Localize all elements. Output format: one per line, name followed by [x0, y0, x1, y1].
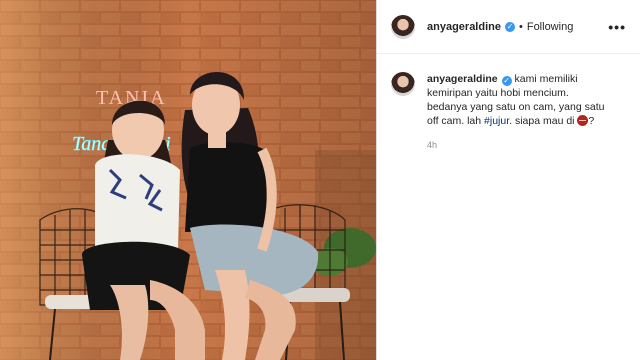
username-link[interactable]: anyageraldine: [427, 21, 501, 33]
separator-dot: •: [518, 20, 523, 33]
caption-line-2: kemiripan yaitu hobi mencium.: [427, 87, 569, 99]
post-header: anyageraldine ✓ • Following •••: [377, 0, 640, 54]
verified-badge-icon: ✓: [504, 21, 515, 32]
post-sidebar: anyageraldine ✓ • Following ••• anyagera…: [376, 0, 640, 360]
more-options-icon[interactable]: •••: [608, 19, 626, 35]
football-emoji-icon: [577, 115, 589, 126]
caption-line-3: bedanya yang satu on cam, yang satu: [427, 101, 605, 113]
post-timestamp[interactable]: 4h: [427, 140, 640, 150]
post-photo[interactable]: TANIA Tanah Sunyi: [0, 0, 376, 360]
caption-avatar[interactable]: [391, 72, 415, 96]
caption-line-4c: ?: [588, 115, 595, 127]
avatar[interactable]: [391, 14, 415, 39]
caption-text: anyageraldine ✓ kami memiliki kemiripan y…: [427, 72, 604, 128]
caption-line-1: kami memiliki: [514, 73, 578, 85]
following-button[interactable]: Following: [527, 21, 573, 33]
photo-illustration: TANIA Tanah Sunyi: [0, 0, 376, 360]
caption-line-4a: off cam. lah: [427, 115, 485, 127]
caption-line-4b: . siapa mau di: [509, 115, 578, 127]
instagram-post: TANIA Tanah Sunyi: [0, 0, 640, 360]
caption-verified-badge-icon: ✓: [501, 76, 512, 86]
caption: anyageraldine ✓ kami memiliki kemiripan y…: [377, 54, 640, 128]
caption-username-link[interactable]: anyageraldine: [427, 73, 498, 85]
hashtag-link[interactable]: #jujur: [484, 115, 509, 127]
